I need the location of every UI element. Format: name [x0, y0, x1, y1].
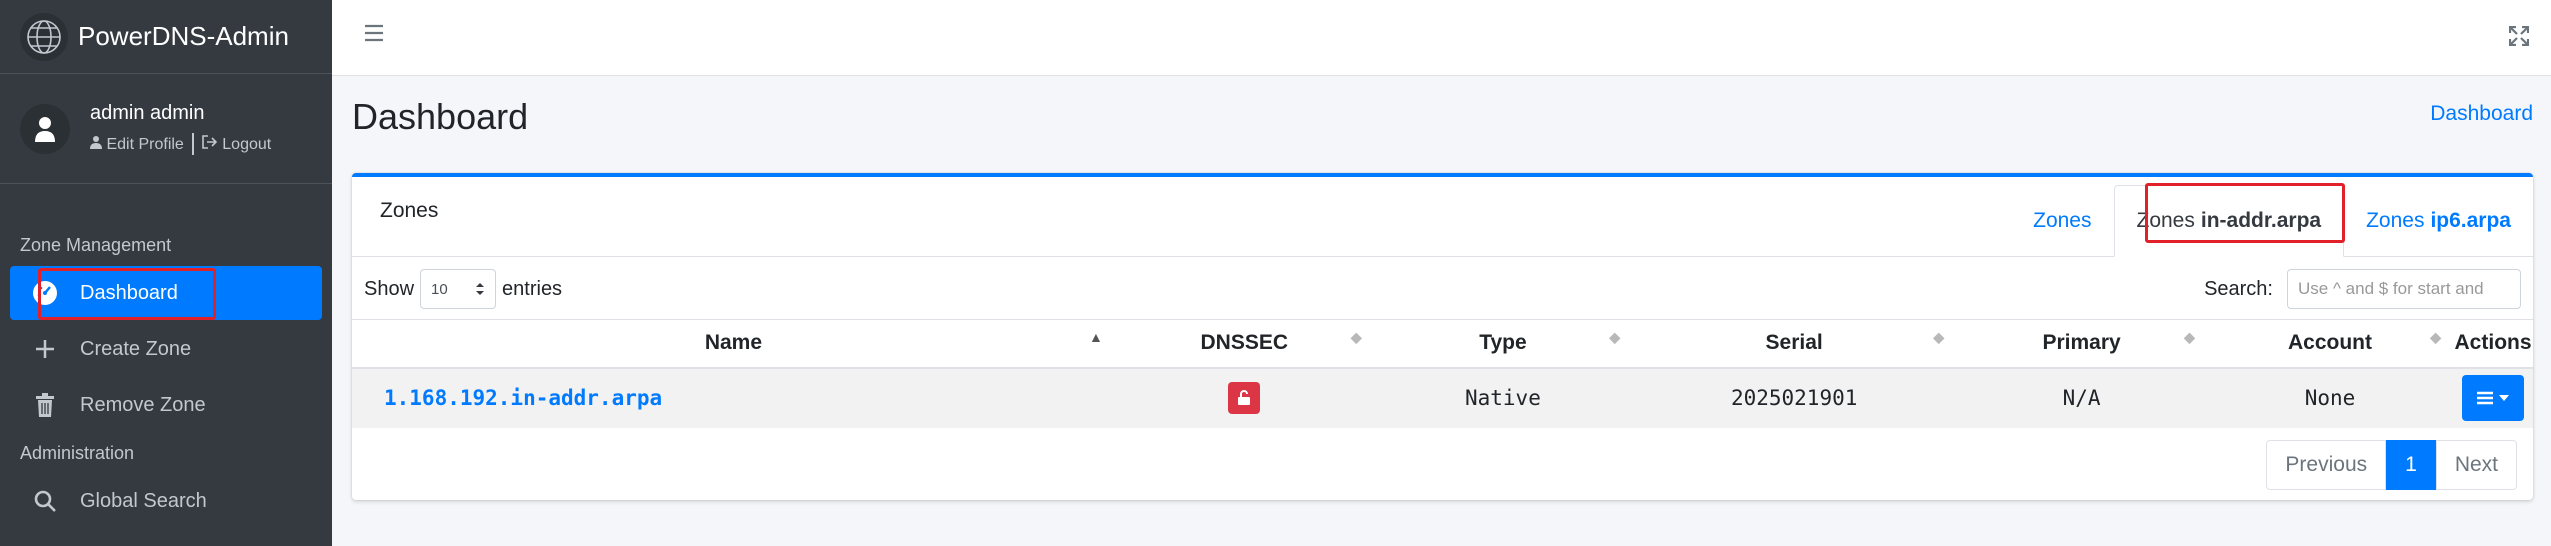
- divider: [191, 133, 194, 155]
- next-page-button[interactable]: Next: [2435, 440, 2517, 490]
- search-input[interactable]: Use ^ and $ for start and: [2287, 269, 2521, 309]
- tab-zones[interactable]: Zones: [2011, 185, 2113, 257]
- column-header-actions: Actions: [2453, 319, 2533, 369]
- sort-icon: ◆: [1350, 329, 1362, 345]
- bars-icon: [2477, 391, 2494, 405]
- page-title: Dashboard: [352, 96, 529, 137]
- caret-down-icon: [2499, 395, 2510, 401]
- table-search: Search: Use ^ and $ for start and: [2204, 266, 2521, 312]
- nav-header-administration: Administration: [20, 442, 135, 463]
- select-arrows-icon: [476, 283, 485, 295]
- sort-icon: ◆: [2184, 329, 2195, 345]
- brand-name: PowerDNS-Admin: [78, 21, 289, 51]
- entries-label: entries: [502, 277, 563, 300]
- nav-header-zone-management: Zone Management: [20, 234, 172, 255]
- tab-label: Zones: [2366, 209, 2425, 232]
- breadcrumb[interactable]: Dashboard: [2430, 102, 2533, 126]
- search-label: Search:: [2204, 277, 2273, 300]
- table-row: 1.168.192.in-addr.arpa Native 2025021901…: [352, 367, 2533, 428]
- sort-icon: ◆: [1933, 329, 1945, 345]
- sort-asc-icon: ▲: [1089, 329, 1103, 345]
- logout-link[interactable]: Logout: [202, 134, 272, 154]
- column-header-dnssec[interactable]: DNSSEC ◆: [1114, 319, 1374, 369]
- column-header-type[interactable]: Type ◆: [1373, 319, 1633, 369]
- column-header-serial[interactable]: Serial ◆: [1632, 319, 1957, 369]
- search-icon: [30, 489, 60, 513]
- trash-icon: [30, 393, 60, 417]
- table-controls: Show 10 entries Search: Use ^ and $ for …: [364, 266, 2521, 316]
- entries-select[interactable]: 10: [420, 269, 497, 309]
- column-label: Account: [2288, 331, 2372, 355]
- table-header-row: Name ▲ DNSSEC ◆ Type ◆ Serial ◆ Primary ◆ Acc…: [352, 319, 2533, 369]
- zone-name-link[interactable]: 1.168.192.in-addr.arpa: [352, 367, 1115, 428]
- sidebar: PowerDNS-Admin admin admin Edit Profile …: [0, 0, 332, 546]
- sidebar-item-global-search[interactable]: Global Search: [10, 474, 322, 528]
- pagination: Previous 1 Next: [2266, 440, 2517, 490]
- top-navbar: [332, 0, 2551, 76]
- column-header-primary[interactable]: Primary ◆: [1956, 319, 2207, 369]
- show-label: Show: [364, 277, 415, 300]
- card-title: Zones: [380, 199, 439, 222]
- actions-cell: [2453, 367, 2533, 428]
- sort-icon: ◆: [2430, 329, 2442, 345]
- sort-icon: ◆: [1609, 329, 1621, 345]
- dnssec-cell: [1114, 367, 1374, 428]
- column-label: Type: [1479, 331, 1527, 355]
- zones-table: Name ▲ DNSSEC ◆ Type ◆ Serial ◆ Primary ◆ Acc…: [352, 319, 2533, 428]
- edit-profile-link[interactable]: Edit Profile: [90, 135, 184, 154]
- column-label: DNSSEC: [1200, 331, 1289, 355]
- globe-icon: [20, 12, 68, 61]
- zone-type: Native: [1373, 367, 1633, 428]
- plus-icon: [30, 338, 60, 360]
- brand[interactable]: PowerDNS-Admin: [0, 0, 332, 74]
- zone-serial: 2025021901: [1632, 367, 1957, 428]
- previous-page-button[interactable]: Previous: [2266, 440, 2387, 490]
- card-header: Zones Zones Zones in-addr.arpa Zones ip6.a…: [352, 177, 2533, 257]
- tab-label-suffix: ip6.arpa: [2430, 209, 2511, 232]
- zone-account: None: [2206, 367, 2454, 428]
- entries-value: 10: [431, 280, 448, 298]
- edit-profile-label: Edit Profile: [106, 135, 184, 153]
- column-header-name[interactable]: Name ▲: [352, 319, 1115, 369]
- sidebar-item-label: Create Zone: [80, 337, 192, 360]
- user-name: admin admin: [90, 102, 205, 124]
- column-label: Serial: [1765, 331, 1823, 355]
- column-label: Actions: [2454, 331, 2532, 355]
- sidebar-item-remove-zone[interactable]: Remove Zone: [10, 378, 322, 432]
- entries-length: Show 10 entries: [364, 266, 562, 312]
- highlight-box: [2145, 183, 2345, 243]
- unlock-icon[interactable]: [1228, 382, 1261, 414]
- column-header-account[interactable]: Account ◆: [2206, 319, 2454, 369]
- actions-dropdown-button[interactable]: [2462, 375, 2525, 421]
- user-avatar-icon: [20, 103, 70, 154]
- zone-primary: N/A: [1956, 367, 2207, 428]
- column-label: Primary: [2042, 331, 2121, 355]
- logout-label: Logout: [222, 135, 272, 153]
- sidebar-item-label: Remove Zone: [80, 393, 206, 416]
- tab-zones-ip6-arpa[interactable]: Zones ip6.arpa: [2344, 185, 2533, 257]
- tab-label: Zones: [2033, 209, 2092, 232]
- sidebar-item-label: Global Search: [80, 489, 207, 512]
- user-icon: [90, 135, 102, 149]
- highlight-box: [38, 268, 216, 320]
- menu-toggle-icon[interactable]: [364, 24, 384, 47]
- user-panel: admin admin Edit Profile Logout: [0, 74, 332, 184]
- fullscreen-icon[interactable]: [2508, 25, 2530, 51]
- sidebar-item-create-zone[interactable]: Create Zone: [10, 322, 322, 376]
- zones-card: Zones Zones Zones in-addr.arpa Zones ip6.a…: [352, 173, 2533, 500]
- page-1-button[interactable]: 1: [2386, 440, 2436, 490]
- sign-out-icon: [202, 134, 217, 149]
- column-label: Name: [704, 331, 763, 355]
